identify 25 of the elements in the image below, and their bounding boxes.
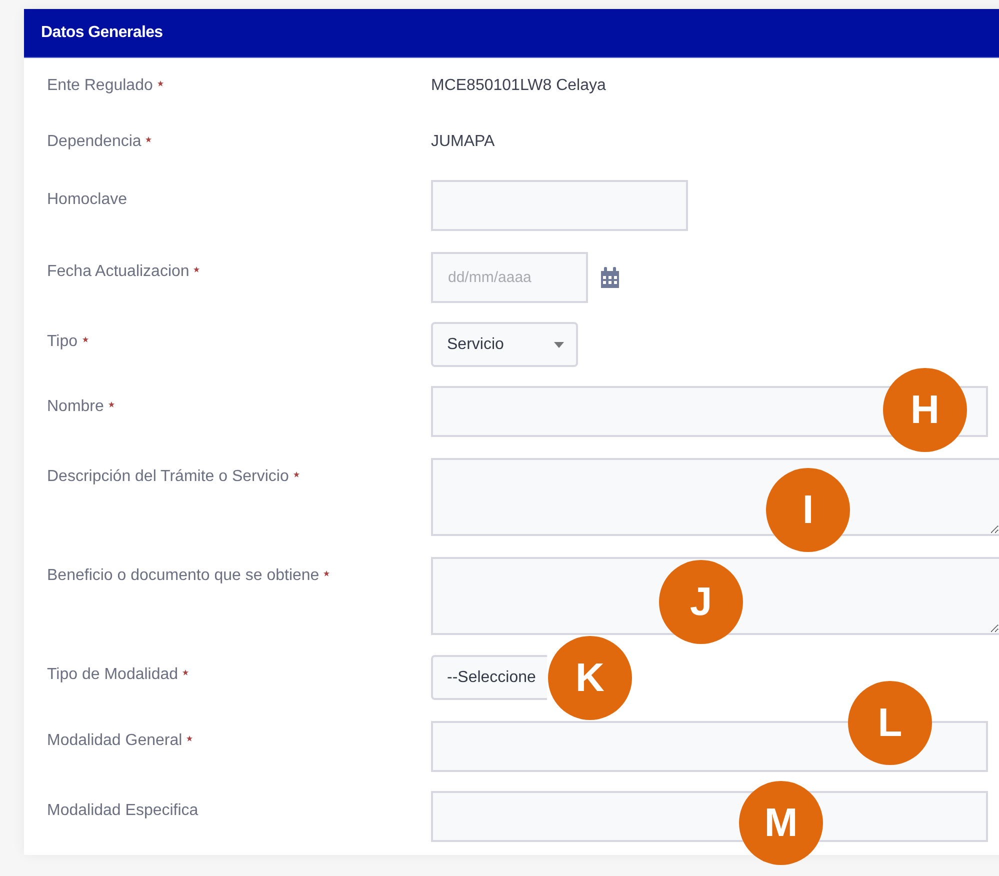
annotation-marker: H xyxy=(883,368,967,452)
field-label: Tipo de Modalidad xyxy=(47,665,178,685)
field-value: MCE850101LW8 Celaya xyxy=(431,76,606,96)
field-label: Modalidad General xyxy=(47,731,182,751)
annotation-marker: L xyxy=(848,681,932,765)
field-label: Fecha Actualizacion xyxy=(47,262,190,282)
input-field[interactable] xyxy=(431,180,688,231)
annotation-marker: K xyxy=(548,636,632,720)
calendar-icon[interactable] xyxy=(600,266,620,288)
field-label: Nombre xyxy=(47,397,104,417)
field-label: Ente Regulado xyxy=(47,76,153,96)
field-label: Descripción del Trámite o Servicio xyxy=(47,467,289,487)
text-area[interactable] xyxy=(431,458,999,536)
dropdown[interactable]: Servicio xyxy=(431,322,578,367)
field-label: Homoclave xyxy=(47,190,128,210)
field-label: Beneficio o documento que se obtiene xyxy=(47,566,320,586)
dropdown[interactable]: --Seleccione xyxy=(431,655,547,700)
date-field[interactable]: dd/mm/aaaa xyxy=(431,252,588,303)
panel-title: Datos Generales xyxy=(41,24,163,42)
field-value: JUMAPA xyxy=(431,132,495,152)
annotation-marker: M xyxy=(739,781,823,865)
caret-icon xyxy=(554,342,564,348)
field-label: Modalidad Especifica xyxy=(47,801,198,821)
field-label: Tipo xyxy=(47,332,78,352)
field-label: Dependencia xyxy=(47,132,142,152)
